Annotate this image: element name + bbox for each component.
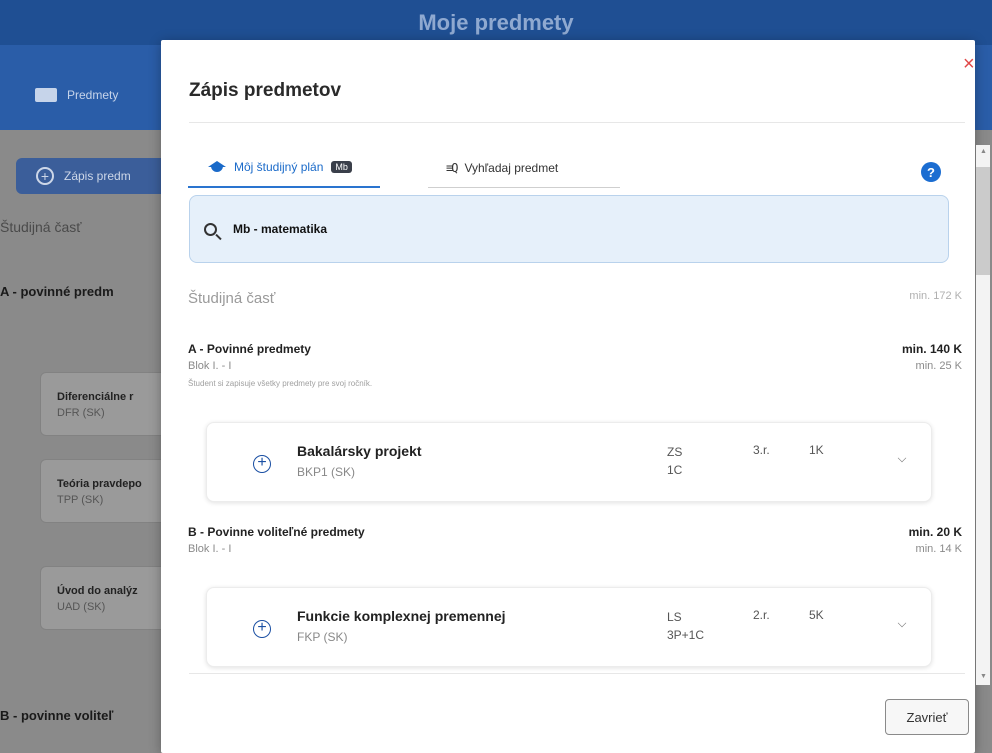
tab-search-course[interactable]: ≡Q Vyhľadaj predmet [428, 148, 620, 188]
nav-item-predmety[interactable]: Predmety [35, 88, 118, 102]
course-credits: 5K [809, 608, 824, 622]
block-name: Blok I. - I [188, 360, 232, 372]
course-name: Funkcie komplexnej premennej [297, 608, 506, 624]
hours: 3P+1C [667, 628, 705, 642]
scrollbar-thumb[interactable] [976, 167, 990, 275]
block-min: min. 14 K [915, 543, 962, 555]
group-name: B - Povinne voliteľné predmety [188, 525, 365, 539]
course-card[interactable]: Úvod do analýz UAD (SK) [40, 566, 180, 630]
tab-label: Vyhľadaj predmet [464, 160, 559, 175]
scroll-down-icon[interactable]: ▼ [980, 673, 987, 680]
tab-label: Môj študijný plán [234, 160, 324, 174]
tab-study-plan[interactable]: Môj študijný plán Mb [188, 148, 380, 188]
course-credits: 1K [809, 443, 824, 457]
chevron-down-icon[interactable] [897, 453, 907, 463]
close-button[interactable]: Zavrieť [885, 699, 969, 735]
group-a-row: A - Povinné predmety min. 140 K [188, 342, 962, 356]
enroll-button-label: Zápis predm [64, 169, 131, 183]
semester: LS [667, 610, 682, 624]
block-note: Študent si zapisuje všetky predmety pre … [188, 379, 373, 388]
course-code: BKP1 (SK) [297, 465, 356, 479]
course-title: Diferenciálne r [57, 391, 134, 403]
course-row[interactable]: + Bakalársky projekt BKP1 (SK) ZS 1C 3.r… [206, 422, 932, 502]
group-b-row: B - Povinne voliteľné predmety min. 20 K [188, 525, 962, 539]
course-card[interactable]: Teória pravdepo TPP (SK) [40, 459, 180, 523]
block-row: Blok I. - I min. 14 K [188, 543, 962, 555]
search-input[interactable] [233, 222, 833, 236]
group-name: A - Povinné predmety [188, 342, 311, 356]
divider [189, 673, 965, 674]
course-code: FKP (SK) [297, 630, 348, 644]
chevron-down-icon[interactable] [897, 618, 907, 628]
course-year: 2.r. [753, 608, 770, 622]
block-row: Blok I. - I min. 25 K [188, 360, 962, 372]
app-title: Moje predmety [418, 10, 574, 35]
course-title: Teória pravdepo [57, 478, 142, 490]
course-title: Úvod do analýz [57, 585, 138, 597]
enroll-modal: Zápis predmetov Môj študijný plán Mb ≡Q … [161, 40, 990, 753]
course-code: UAD (SK) [57, 601, 106, 613]
search-icon [204, 222, 217, 236]
block-min: min. 25 K [915, 360, 962, 372]
course-semester: ZS 1C [667, 443, 682, 479]
add-circle-icon: + [36, 167, 54, 185]
semester: ZS [667, 445, 683, 459]
divider [189, 122, 965, 123]
course-year: 3.r. [753, 443, 770, 457]
program-search[interactable] [189, 195, 949, 263]
section-label: Študijná časť [0, 219, 82, 235]
block-name: Blok I. - I [188, 543, 232, 555]
course-name: Bakalársky projekt [297, 443, 422, 459]
enroll-button[interactable]: + Zápis predm [16, 158, 176, 194]
graduation-cap-icon [208, 161, 226, 173]
course-semester: LS 3P+1C [667, 608, 704, 644]
book-icon [35, 88, 57, 102]
add-circle-icon[interactable]: + [253, 455, 271, 473]
group-min: min. 20 K [908, 525, 962, 539]
course-card[interactable]: Diferenciálne r DFR (SK) [40, 372, 180, 436]
nav-item-label: Predmety [67, 88, 119, 102]
course-code: DFR (SK) [57, 407, 105, 419]
help-icon[interactable]: ? [921, 162, 941, 182]
group-a-heading: A - povinné predm [0, 284, 114, 299]
study-part-min: min. 172 K [909, 290, 962, 302]
hours: 1C [667, 463, 683, 477]
study-part-row: Študijná časť min. 172 K [188, 290, 962, 307]
add-circle-icon[interactable]: + [253, 620, 271, 638]
group-min: min. 140 K [901, 342, 962, 356]
modal-title: Zápis predmetov [189, 80, 342, 101]
program-badge: Mb [331, 161, 352, 173]
course-code: TPP (SK) [57, 494, 104, 506]
course-row[interactable]: + Funkcie komplexnej premennej FKP (SK) … [206, 587, 932, 667]
scrollbar[interactable]: ▲ ▼ [976, 145, 990, 685]
study-part-label: Študijná časť [188, 290, 276, 307]
list-search-icon: ≡Q [446, 160, 459, 175]
close-icon[interactable]: × [963, 53, 975, 76]
group-b-heading: B - povinne voliteľ [0, 708, 114, 723]
scroll-up-icon[interactable]: ▲ [980, 148, 987, 155]
app-header: Moje predmety [0, 0, 992, 45]
